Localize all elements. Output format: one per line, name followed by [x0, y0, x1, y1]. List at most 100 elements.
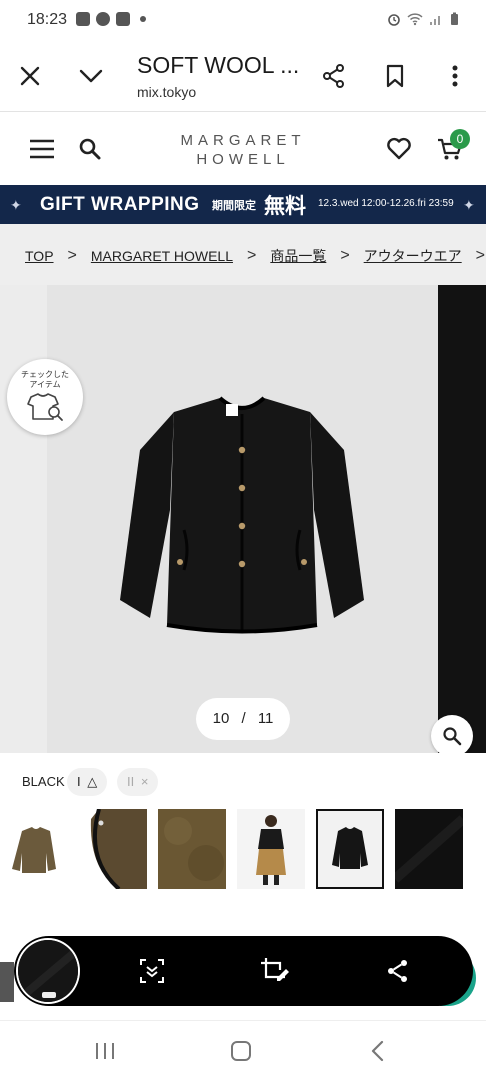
brand-logo[interactable]: MARGARET HOWELL: [160, 131, 326, 169]
thumbnail-khaki-sweater[interactable]: [0, 809, 68, 889]
search-button[interactable]: [74, 133, 106, 165]
thumbnail-black-texture[interactable]: [395, 809, 463, 889]
recent-apps-icon: [96, 1043, 114, 1059]
thumbnail-khaki-detail[interactable]: [79, 809, 147, 889]
breadcrumb: TOP > MARGARET HOWELL > 商品一覧 > アウターウエア >: [0, 224, 486, 285]
status-bar: 18:23: [0, 0, 486, 40]
banner-free: 無料: [264, 195, 306, 218]
size-option-2[interactable]: II ×: [117, 768, 159, 796]
scroll-capture-button[interactable]: [136, 955, 168, 987]
thumbnail-black-jacket[interactable]: [316, 809, 384, 889]
crop-edit-button[interactable]: [259, 955, 291, 987]
wifi-icon: [407, 13, 423, 26]
screenshot-preview-thumbnail[interactable]: [16, 938, 80, 1004]
product-image-gallery[interactable]: チェックした アイテム 10 / 11: [0, 285, 486, 753]
stock-low-icon: △: [87, 774, 98, 789]
share-screenshot-button[interactable]: [382, 955, 414, 987]
thumbnail-strip: [0, 808, 486, 892]
site-header: MARGARET HOWELL 0: [0, 113, 486, 185]
breadcrumb-outerwear[interactable]: アウターウエア: [364, 246, 462, 266]
checked-items-label: チェックした アイテム: [21, 370, 69, 389]
share-icon: [388, 960, 407, 982]
screenshot-toolbar: [14, 936, 473, 1006]
size-option-1[interactable]: I △: [67, 768, 108, 796]
system-navigation-bar: [0, 1020, 486, 1080]
search-icon: [79, 138, 101, 160]
next-image-peek[interactable]: [438, 285, 486, 753]
crop-edit-icon: [261, 958, 289, 981]
size-label: I: [77, 774, 81, 789]
color-name: BLACK: [22, 774, 65, 789]
menu-button[interactable]: [26, 133, 58, 165]
battery-icon: [451, 12, 458, 25]
thumbnail-model[interactable]: [237, 809, 305, 889]
gift-wrapping-banner[interactable]: ✦ GIFT WRAPPING 期間限定 無料 12.3.wed 12:00-1…: [0, 185, 486, 224]
banner-limited: 期間限定: [212, 200, 256, 212]
black-texture-image: [395, 809, 463, 889]
breadcrumb-top[interactable]: TOP: [25, 248, 54, 264]
system-icons: [387, 12, 459, 26]
heart-icon: [387, 137, 411, 160]
logo-line2: HOWELL: [196, 151, 290, 168]
chevron-right-icon: >: [67, 247, 77, 264]
line-app-icon: [116, 12, 130, 26]
hamburger-icon: [30, 139, 54, 159]
back-icon: [371, 1040, 384, 1062]
bookmark-button[interactable]: [379, 60, 411, 92]
search-icon: [443, 727, 462, 746]
thumbnail-khaki-texture[interactable]: [158, 809, 226, 889]
minimize-button[interactable]: [75, 60, 107, 92]
dot-icon: [140, 16, 146, 22]
scroll-capture-icon: [140, 959, 164, 983]
chevron-right-icon: >: [246, 247, 257, 264]
breadcrumb-products[interactable]: 商品一覧: [270, 246, 326, 266]
banner-title: GIFT WRAPPING: [40, 194, 200, 215]
edge-panel-handle[interactable]: [0, 962, 14, 1002]
khaki-jacket-front-image: [12, 827, 56, 873]
bookmark-icon: [386, 64, 404, 88]
page-title: SOFT WOOL ...: [137, 52, 300, 78]
previous-image-peek[interactable]: [0, 285, 47, 753]
breadcrumb-brand[interactable]: MARGARET HOWELL: [91, 248, 233, 264]
model-wearing-image: [256, 815, 286, 885]
sparkle-icon: ✦: [10, 197, 22, 213]
recent-apps-button[interactable]: [89, 1035, 121, 1067]
logo-line1: MARGARET: [180, 132, 306, 149]
tshirt-search-icon: [27, 393, 63, 421]
black-jacket-thumb-image: [332, 827, 368, 869]
close-icon: [20, 66, 40, 86]
sold-out-icon: ×: [140, 774, 149, 789]
more-button[interactable]: [439, 60, 471, 92]
product-image-black-jacket: [120, 396, 364, 634]
variant-selector: BLACK I △ II ×: [0, 765, 486, 799]
alarm-icon: [388, 14, 400, 26]
home-icon: [231, 1041, 251, 1061]
back-button[interactable]: [362, 1035, 394, 1067]
status-time: 18:23: [27, 11, 68, 28]
checked-items-button[interactable]: チェックした アイテム: [7, 359, 83, 435]
signal-icon: [430, 16, 440, 25]
khaki-detail-image: [90, 809, 147, 889]
banner-dates: 12.3.wed 12:00-12.26.fri 23:59: [318, 198, 454, 209]
image-counter: 10 / 11: [196, 698, 290, 740]
chevron-right-icon: >: [475, 247, 486, 264]
notification-icons: [76, 12, 146, 26]
favorites-button[interactable]: [383, 133, 415, 165]
close-button[interactable]: [14, 60, 46, 92]
share-button[interactable]: [318, 60, 350, 92]
chevron-right-icon: >: [340, 247, 350, 264]
size-label: II: [127, 774, 135, 789]
gallery-icon: [76, 12, 90, 26]
zoom-button[interactable]: [431, 715, 473, 753]
page-url: mix.tokyo: [137, 84, 197, 100]
browser-toolbar: SOFT WOOL ... mix.tokyo: [0, 40, 486, 112]
total-images: 11: [257, 710, 274, 727]
khaki-texture-image: [158, 809, 226, 889]
line-icon: [96, 12, 110, 26]
current-image-index: 10: [212, 710, 230, 727]
chevron-down-icon: [79, 69, 103, 83]
more-icon: [452, 65, 458, 87]
share-icon: [323, 64, 344, 88]
home-button[interactable]: [225, 1035, 257, 1067]
counter-separator: /: [241, 710, 246, 727]
